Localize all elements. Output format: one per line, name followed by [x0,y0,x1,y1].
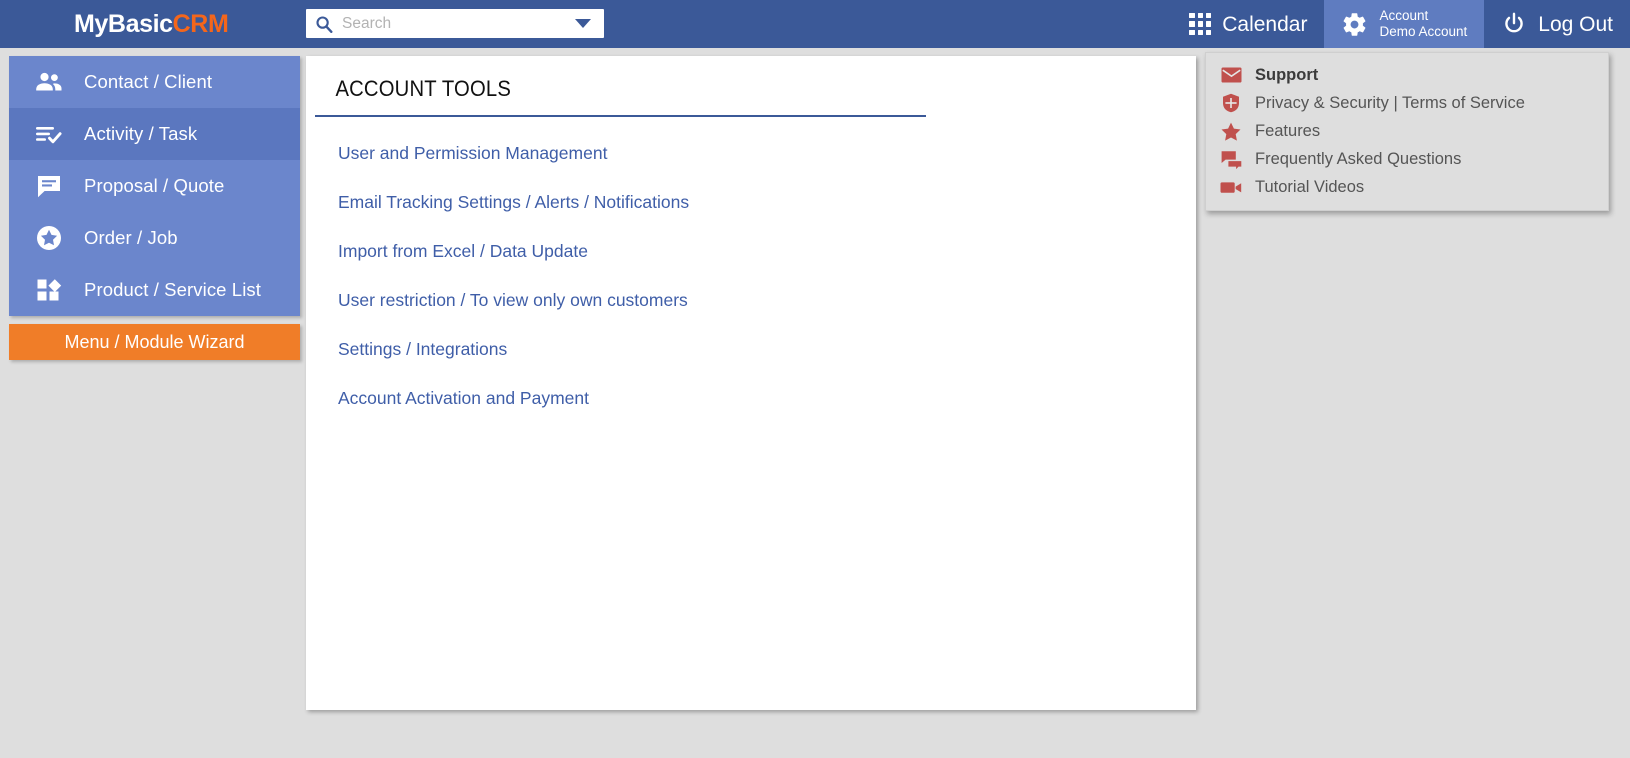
logo-text-accent: CRM [172,9,229,38]
list-item: Settings / Integrations [338,339,1196,360]
chat-lines-icon [34,173,64,199]
account-label-line2: Demo Account [1379,24,1468,39]
envelope-icon [1220,65,1242,85]
menu-item-label: Frequently Asked Questions [1255,149,1462,168]
header-actions: Calendar Account Demo Account Log Out [1172,0,1630,48]
account-label-block: Account Demo Account [1379,8,1467,39]
calendar-button[interactable]: Calendar [1172,0,1324,48]
logo-text-primary: MyBasic [74,9,173,38]
menu-item-support[interactable]: Support [1206,61,1608,89]
menu-item-privacy-security-terms[interactable]: Privacy & Security | Terms of Service [1206,89,1608,117]
tool-link-user-permission-management[interactable]: User and Permission Management [338,143,607,163]
list-item: Import from Excel / Data Update [338,241,1196,262]
sidebar: Contact / Client Activity / Task Proposa… [9,56,300,360]
account-tools-list: User and Permission Management Email Tra… [306,117,1196,409]
video-camera-icon [1220,177,1242,197]
sidebar-item-label: Proposal / Quote [84,175,225,196]
menu-item-features[interactable]: Features [1206,117,1608,145]
sidebar-item-proposal-quote[interactable]: Proposal / Quote [9,160,300,212]
top-header-bar: MyBasicCRM Calendar Account [0,0,1630,48]
star-circle-icon [34,224,64,252]
shapes-icon [34,277,64,303]
sidebar-item-label: Activity / Task [84,123,198,144]
list-item: Account Activation and Payment [338,388,1196,409]
menu-item-frequently-asked-questions[interactable]: Frequently Asked Questions [1206,145,1608,173]
logout-button[interactable]: Log Out [1484,0,1630,48]
shield-icon [1220,93,1242,113]
search-icon [315,15,333,33]
menu-item-tutorial-videos[interactable]: Tutorial Videos [1206,173,1608,201]
sidebar-item-product-service-list[interactable]: Product / Service List [9,264,300,316]
sidebar-item-order-job[interactable]: Order / Job [9,212,300,264]
tool-link-import-from-excel[interactable]: Import from Excel / Data Update [338,241,588,261]
logout-label: Log Out [1538,12,1613,36]
main-content-panel: ACCOUNT TOOLS User and Permission Manage… [306,56,1196,710]
tool-link-settings-integrations[interactable]: Settings / Integrations [338,339,507,359]
sidebar-item-label: Order / Job [84,227,178,248]
gear-icon [1341,11,1368,38]
sidebar-item-contact-client[interactable]: Contact / Client [9,56,300,108]
tool-link-account-activation-payment[interactable]: Account Activation and Payment [338,388,589,408]
star-icon [1220,121,1242,141]
list-item: User restriction / To view only own cust… [338,290,1196,311]
list-item: Email Tracking Settings / Alerts / Notif… [338,192,1196,213]
sidebar-menu: Contact / Client Activity / Task Proposa… [9,56,300,316]
task-list-check-icon [34,122,64,146]
menu-item-label: Features [1255,121,1321,140]
menu-module-wizard-button[interactable]: Menu / Module Wizard [9,324,300,360]
chevron-down-icon[interactable] [575,19,591,28]
page-title: ACCOUNT TOOLS [335,76,512,101]
menu-item-label: Privacy & Security | Terms of Service [1255,93,1525,112]
account-button[interactable]: Account Demo Account [1324,0,1485,48]
account-label-line1: Account [1379,8,1429,24]
list-item: User and Permission Management [338,143,1196,164]
sidebar-item-activity-task[interactable]: Activity / Task [9,108,300,160]
chat-bubbles-icon [1220,149,1242,169]
people-icon [34,70,64,94]
sidebar-item-label: Product / Service List [84,279,261,300]
calendar-label: Calendar [1222,12,1308,36]
grid-icon [1189,13,1212,35]
account-dropdown-menu: Support Privacy & Security | Terms of Se… [1205,52,1609,211]
menu-module-wizard-label: Menu / Module Wizard [64,331,245,352]
sidebar-item-label: Contact / Client [84,71,213,92]
search-input[interactable] [340,13,575,34]
menu-item-label: Support [1255,65,1319,84]
tool-link-email-tracking-settings[interactable]: Email Tracking Settings / Alerts / Notif… [338,192,689,212]
menu-item-label: Tutorial Videos [1255,177,1365,196]
app-logo[interactable]: MyBasicCRM [74,9,229,39]
search-box[interactable] [306,9,604,38]
tool-link-user-restriction[interactable]: User restriction / To view only own cust… [338,290,688,310]
power-icon [1501,11,1527,37]
